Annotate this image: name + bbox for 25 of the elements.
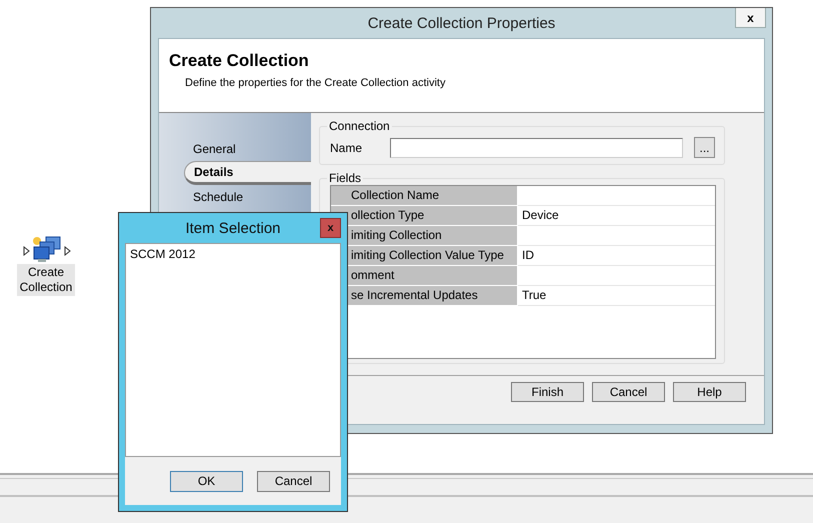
nav-tab[interactable]: General xyxy=(184,137,311,161)
property-name: ollection Type xyxy=(331,206,517,226)
window-title: Create Collection Properties xyxy=(368,14,556,32)
dialog-description: Define the properties for the Create Collection activity xyxy=(184,77,446,89)
property-name: Collection Name xyxy=(331,186,517,206)
dialog-button[interactable]: Help xyxy=(673,382,746,402)
nav-tab[interactable]: Details xyxy=(184,161,311,185)
dialog-button[interactable]: Cancel xyxy=(257,470,330,492)
dialog-button[interactable]: OK xyxy=(170,470,243,492)
group-label: Connection xyxy=(328,119,391,133)
dialog-button[interactable]: Cancel xyxy=(592,382,665,402)
dialog-button[interactable]: Finish xyxy=(511,382,584,402)
nav-tab[interactable]: Schedule xyxy=(184,185,311,209)
dialog-heading: Create Collection xyxy=(169,51,310,71)
activity-label: Create Collection xyxy=(17,264,75,296)
close-button[interactable]: x xyxy=(735,8,766,28)
window-title: Item Selection xyxy=(185,220,281,236)
group-label: Fields xyxy=(328,171,362,185)
property-value[interactable]: Device xyxy=(522,208,559,222)
browse-button[interactable]: ... xyxy=(694,137,715,158)
field-label: Name xyxy=(330,140,364,154)
close-button[interactable]: x xyxy=(320,218,341,238)
name-field[interactable] xyxy=(390,138,683,158)
property-value[interactable]: True xyxy=(522,288,546,302)
property-value[interactable]: ID xyxy=(522,248,534,262)
